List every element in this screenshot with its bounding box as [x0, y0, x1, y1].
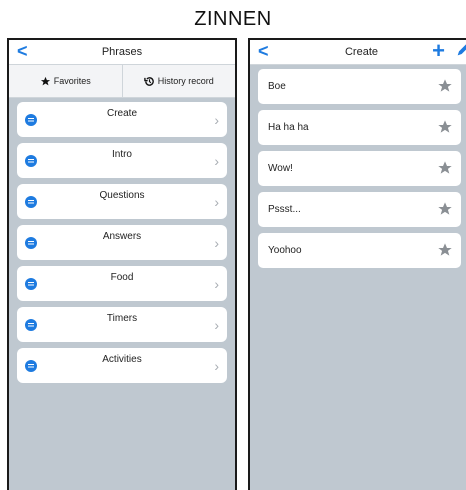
tab-favorites-label: Favorites — [53, 76, 91, 86]
star-icon[interactable] — [437, 78, 453, 94]
tab-history[interactable]: History record — [121, 65, 236, 97]
star-icon[interactable] — [437, 201, 453, 217]
list-item[interactable]: Pssst... — [258, 192, 461, 227]
phrase-label: Ha ha ha — [268, 122, 309, 133]
phrases-tab-bar: Favorites History record — [9, 65, 235, 98]
chat-bubble-icon — [25, 237, 37, 249]
chat-bubble-icon — [25, 360, 37, 372]
chevron-right-icon: › — [214, 153, 219, 169]
list-item[interactable]: Answers › — [17, 225, 227, 260]
phrases-nav-bar: < Phrases — [9, 40, 235, 65]
chevron-right-icon: › — [214, 358, 219, 374]
list-item[interactable]: Food › — [17, 266, 227, 301]
phrase-list: Boe Ha ha ha Wow! Pssst... Yoohoo — [250, 65, 466, 268]
chevron-right-icon: › — [214, 235, 219, 251]
chevron-right-icon: › — [214, 194, 219, 210]
category-label: Answers — [102, 231, 142, 242]
category-label: Timers — [106, 313, 138, 324]
history-icon — [143, 76, 154, 86]
chevron-right-icon: › — [214, 112, 219, 128]
add-phrase-button[interactable]: + — [432, 40, 445, 64]
list-item[interactable]: Wow! — [258, 151, 461, 186]
pencil-icon[interactable] — [455, 42, 466, 58]
chat-bubble-icon — [25, 114, 37, 126]
create-nav-bar: < Create + — [250, 40, 466, 65]
list-item[interactable]: Questions › — [17, 184, 227, 219]
phrase-label: Pssst... — [268, 204, 301, 215]
chat-bubble-icon — [25, 278, 37, 290]
phrases-title: Phrases — [101, 46, 143, 58]
list-item[interactable]: Create › — [17, 102, 227, 137]
page-title: ZINNEN — [194, 8, 272, 30]
list-item[interactable]: Timers › — [17, 307, 227, 342]
chat-bubble-icon — [25, 319, 37, 331]
star-icon[interactable] — [437, 119, 453, 135]
phrase-label: Wow! — [268, 163, 293, 174]
category-label: Questions — [99, 190, 145, 201]
list-item[interactable]: Ha ha ha — [258, 110, 461, 145]
list-item[interactable]: Yoohoo — [258, 233, 461, 268]
category-list: Create › Intro › Questions › Answers › F… — [9, 98, 235, 383]
category-label: Activities — [102, 354, 142, 365]
list-item[interactable]: Activities › — [17, 348, 227, 383]
category-label: Create — [106, 108, 137, 119]
category-label: Intro — [111, 149, 132, 160]
list-item[interactable]: Boe — [258, 69, 461, 104]
tab-favorites[interactable]: Favorites — [9, 65, 122, 97]
chevron-right-icon: › — [214, 276, 219, 292]
tab-history-label: History record — [157, 76, 214, 86]
phrase-label: Yoohoo — [268, 245, 302, 256]
chat-bubble-icon — [25, 155, 37, 167]
star-icon[interactable] — [437, 160, 453, 176]
chevron-right-icon: › — [214, 317, 219, 333]
phrase-label: Boe — [268, 81, 286, 92]
phrases-panel: < Phrases Favorites History record Creat… — [7, 38, 237, 490]
create-panel: < Create + Boe Ha ha ha Wow! Pssst... Yo… — [248, 38, 466, 490]
list-item[interactable]: Intro › — [17, 143, 227, 178]
category-label: Food — [110, 272, 134, 283]
star-icon — [40, 76, 50, 85]
chat-bubble-icon — [25, 196, 37, 208]
star-icon[interactable] — [437, 242, 453, 258]
